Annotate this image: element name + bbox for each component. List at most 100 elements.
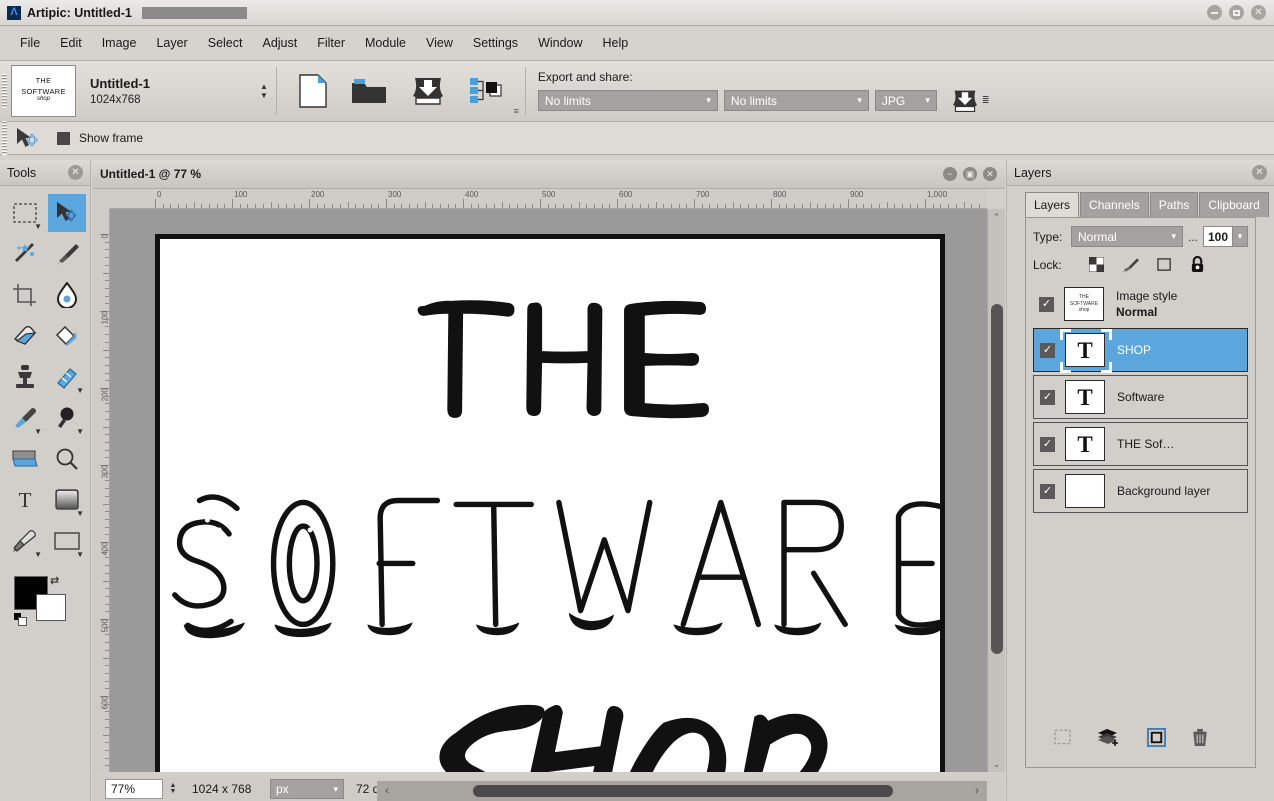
shape-gradient-tool[interactable]: ▼ — [48, 481, 86, 519]
paintbrush-tool[interactable] — [48, 235, 86, 273]
menu-adjust[interactable]: Adjust — [252, 32, 307, 54]
blur-drop-tool[interactable] — [48, 276, 86, 314]
layer-row-software[interactable]: ✓ T Software — [1033, 375, 1248, 419]
chevron-down-icon[interactable]: ▼ — [34, 551, 42, 559]
opacity-value[interactable]: 100 — [1203, 226, 1233, 247]
canvas-viewport[interactable] — [110, 209, 987, 772]
horizontal-scroll-thumb[interactable] — [473, 785, 893, 797]
show-frame-checkbox[interactable] — [57, 132, 70, 145]
tab-clipboard[interactable]: Clipboard — [1199, 192, 1268, 217]
export-height-limit-select[interactable]: No limits ▾ — [724, 90, 869, 111]
toolbar-overflow-icon[interactable]: ≡ — [514, 107, 519, 116]
canvas-minimize-button[interactable]: − — [943, 167, 957, 181]
move-tool[interactable] — [48, 194, 86, 232]
layer-visibility-checkbox[interactable]: ✓ — [1040, 484, 1055, 499]
layer-visibility-checkbox[interactable]: ✓ — [1040, 343, 1055, 358]
dodge-burn-tool[interactable]: ▼ — [48, 399, 86, 437]
menu-help[interactable]: Help — [593, 32, 639, 54]
new-document-icon[interactable] — [299, 74, 327, 108]
lock-all-icon[interactable] — [1190, 256, 1205, 273]
open-folder-icon[interactable] — [351, 77, 387, 105]
rectangular-marquee-tool[interactable]: ▼ — [6, 194, 44, 232]
chevron-down-icon[interactable]: ▼ — [76, 428, 84, 436]
close-icon[interactable]: ✕ — [1252, 165, 1267, 180]
tab-layers[interactable]: Layers — [1025, 192, 1079, 217]
swap-colors-icon[interactable]: ⇄ — [50, 574, 59, 587]
patch-tool[interactable]: ▼ — [48, 358, 86, 396]
zoom-stepper[interactable]: ▲▼ — [166, 783, 180, 795]
canvas-vertical-scrollbar[interactable]: ⌃ ⌄ — [987, 209, 1005, 772]
menu-image[interactable]: Image — [92, 32, 147, 54]
export-format-select[interactable]: JPG ▾ — [875, 90, 937, 111]
options-drag-handle[interactable] — [0, 121, 9, 155]
eraser-tool[interactable] — [6, 317, 44, 355]
text-tool[interactable]: T — [6, 481, 44, 519]
opacity-dropdown-button[interactable]: ▾ — [1233, 226, 1248, 247]
new-layer-button[interactable] — [1097, 727, 1121, 747]
scroll-down-arrow-icon[interactable]: ⌄ — [993, 756, 1001, 772]
eyedropper-tool[interactable]: ▼ — [6, 399, 44, 437]
tab-channels[interactable]: Channels — [1080, 192, 1149, 217]
canvas-restore-button[interactable]: ▣ — [963, 167, 977, 181]
chevron-down-icon[interactable]: ▼ — [76, 551, 84, 559]
unit-select[interactable]: px ▾ — [270, 779, 344, 799]
image-canvas[interactable] — [155, 234, 945, 772]
chevron-down-icon[interactable]: ▼ — [76, 510, 84, 518]
tab-paths[interactable]: Paths — [1150, 192, 1199, 217]
layer-row-shop[interactable]: ✓ T SHOP — [1033, 328, 1248, 372]
zoom-level-input[interactable]: 77% — [105, 779, 163, 799]
background-color-swatch[interactable] — [36, 594, 66, 621]
close-icon[interactable]: ✕ — [68, 165, 83, 180]
layer-mask-button[interactable] — [1054, 729, 1071, 745]
scroll-up-arrow-icon[interactable]: ⌃ — [993, 209, 1001, 225]
menu-window[interactable]: Window — [528, 32, 592, 54]
scroll-right-arrow-icon[interactable]: › — [967, 785, 987, 797]
gradient-tool[interactable] — [6, 440, 44, 478]
opacity-control[interactable]: 100 ▾ — [1203, 226, 1248, 247]
menu-select[interactable]: Select — [198, 32, 253, 54]
chevron-down-icon[interactable]: ▼ — [76, 387, 84, 395]
blend-mode-select[interactable]: Normal ▾ — [1071, 226, 1183, 247]
horizontal-ruler[interactable]: 01002003004005006007008009001,000 — [110, 189, 987, 209]
toolbar-drag-handle[interactable] — [0, 61, 9, 121]
menu-filter[interactable]: Filter — [307, 32, 355, 54]
menu-view[interactable]: View — [416, 32, 463, 54]
scroll-left-arrow-icon[interactable]: ‹ — [377, 785, 397, 797]
menu-file[interactable]: File — [10, 32, 50, 54]
rectangle-shape-tool[interactable]: ▼ — [48, 522, 86, 560]
color-swatches[interactable]: ⇄ — [14, 576, 66, 622]
minimize-button[interactable] — [1207, 5, 1222, 20]
export-icon[interactable]: ≣ — [951, 89, 990, 113]
canvas-close-button[interactable]: ✕ — [983, 167, 997, 181]
menu-edit[interactable]: Edit — [50, 32, 92, 54]
delete-layer-button[interactable] — [1192, 728, 1208, 747]
image-style-row[interactable]: ✓ THE SOFTWARE shop Image style Normal — [1033, 283, 1248, 325]
vertical-scroll-thumb[interactable] — [991, 304, 1003, 654]
pen-tool[interactable]: ▼ — [6, 522, 44, 560]
zoom-tool[interactable] — [48, 440, 86, 478]
default-colors-icon[interactable] — [14, 613, 25, 624]
close-button[interactable]: ✕ — [1251, 5, 1266, 20]
duplicate-layer-button[interactable] — [1147, 728, 1166, 747]
menu-settings[interactable]: Settings — [463, 32, 528, 54]
image-style-visibility-checkbox[interactable]: ✓ — [1039, 297, 1054, 312]
save-icon[interactable] — [411, 76, 445, 106]
batch-process-icon[interactable] — [469, 76, 503, 106]
lock-paint-icon[interactable] — [1122, 257, 1139, 273]
layer-visibility-checkbox[interactable]: ✓ — [1040, 437, 1055, 452]
menu-layer[interactable]: Layer — [146, 32, 197, 54]
clone-stamp-tool[interactable] — [6, 358, 44, 396]
chevron-down-icon[interactable]: ▼ — [34, 428, 42, 436]
paint-bucket-tool[interactable] — [48, 317, 86, 355]
layer-visibility-checkbox[interactable]: ✓ — [1040, 390, 1055, 405]
menu-module[interactable]: Module — [355, 32, 416, 54]
blend-options-ellipsis[interactable]: ... — [1188, 230, 1198, 244]
layer-row-the-software[interactable]: ✓ T THE Sof… — [1033, 422, 1248, 466]
document-selector-spinner[interactable]: ▲▼ — [260, 61, 268, 121]
export-width-limit-select[interactable]: No limits ▾ — [538, 90, 718, 111]
magic-wand-tool[interactable] — [6, 235, 44, 273]
vertical-ruler[interactable]: 0100200300400500600 — [92, 209, 110, 772]
maximize-button[interactable] — [1229, 5, 1244, 20]
lock-transparency-icon[interactable] — [1089, 257, 1104, 272]
crop-tool[interactable] — [6, 276, 44, 314]
